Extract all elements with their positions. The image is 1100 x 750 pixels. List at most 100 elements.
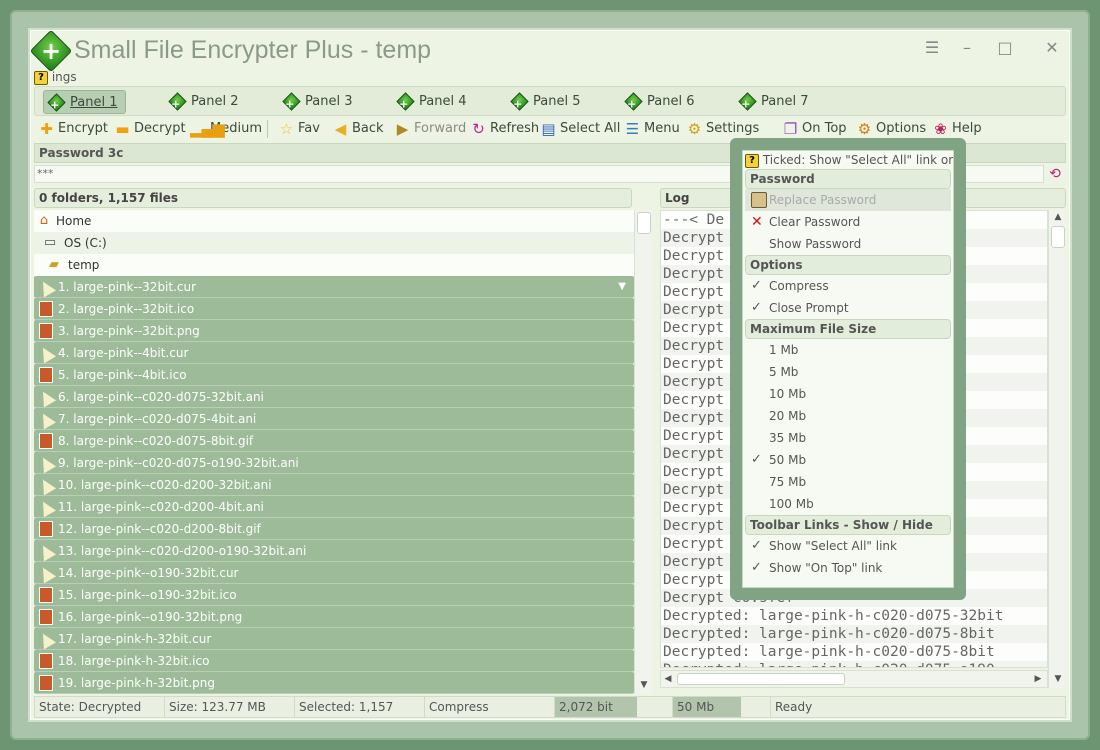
strength-button[interactable]: ▂▄▆ Medium xyxy=(190,119,262,139)
on-top-button[interactable]: ❐ On Top xyxy=(782,119,847,139)
tab-panel-7[interactable]: Panel 7 xyxy=(735,90,816,114)
file-row[interactable]: 8. large-pink--c020-d075-8bit.gif xyxy=(34,430,634,452)
tab-panel-3[interactable]: Panel 3 xyxy=(279,90,360,114)
menu-item-close-prompt[interactable]: ✓ Close Prompt xyxy=(743,297,953,319)
minimize-button[interactable]: – xyxy=(955,38,979,58)
file-name: 12. large-pink--c020-d200-8bit.gif xyxy=(58,522,261,536)
file-row[interactable]: 19. large-pink-h-32bit.png xyxy=(34,672,634,694)
menu-item-clear-password[interactable]: ✕ Clear Password xyxy=(743,211,953,233)
location-folder[interactable]: ▰ temp xyxy=(34,254,634,276)
settings-label: Settings xyxy=(706,121,760,136)
menu-item-size[interactable]: 5 Mb xyxy=(743,361,953,383)
menu-item-show-select-all[interactable]: ✓ Show "Select All" link xyxy=(743,535,953,557)
tab-panel-6[interactable]: Panel 6 xyxy=(621,90,702,114)
forward-button[interactable]: ▶ Forward xyxy=(394,119,467,139)
file-row[interactable]: 17. large-pink-h-32bit.cur xyxy=(34,628,634,650)
menu-item-size[interactable]: 75 Mb xyxy=(743,471,953,493)
file-row[interactable]: 18. large-pink-h-32bit.ico xyxy=(34,650,634,672)
scroll-thumb[interactable] xyxy=(637,212,651,234)
menu-section-password: Password xyxy=(745,169,951,189)
location-label: OS (C:) xyxy=(64,236,107,250)
file-list: ⌂ Home ▭ OS (C:) ▰ temp 1. large-pink--32bi… xyxy=(34,210,634,694)
file-row[interactable]: 5. large-pink--4bit.ico xyxy=(34,364,634,386)
file-row[interactable]: 13. large-pink--c020-d200-o190-32bit.ani xyxy=(34,540,634,562)
file-row[interactable]: 14. large-pink--o190-32bit.cur xyxy=(34,562,634,584)
cursor-file-icon xyxy=(35,342,57,364)
file-list-scrollbar[interactable]: ▼ xyxy=(634,210,652,694)
menu-item-size[interactable]: ✓ 50 Mb xyxy=(743,449,953,471)
menu-item-label: 10 Mb xyxy=(769,387,807,401)
cursor-file-icon xyxy=(35,628,57,650)
menu-item-show-on-top[interactable]: ✓ Show "On Top" link xyxy=(743,557,953,579)
scroll-thumb[interactable] xyxy=(1051,226,1065,248)
menu-item-size[interactable]: 35 Mb xyxy=(743,427,953,449)
close-button[interactable]: ✕ xyxy=(1040,38,1064,58)
menu-item-label: Compress xyxy=(769,279,829,293)
options-button[interactable]: ⚙ Options xyxy=(856,119,926,139)
scroll-left-icon[interactable]: ◀ xyxy=(661,672,675,686)
file-row[interactable]: 12. large-pink--c020-d200-8bit.gif xyxy=(34,518,634,540)
scroll-right-icon[interactable]: ▶ xyxy=(1031,672,1045,686)
cursor-file-icon xyxy=(35,452,57,474)
scroll-down-icon[interactable]: ▼ xyxy=(1049,672,1067,686)
file-name: 16. large-pink--o190-32bit.png xyxy=(58,610,243,624)
popup-tip-text: Ticked: Show "Select All" link on xyxy=(762,153,953,167)
help-text: ings xyxy=(51,70,77,84)
file-name: 1. large-pink--32bit.cur xyxy=(58,280,197,294)
help-button[interactable]: ❀ Help xyxy=(932,119,981,139)
image-file-icon xyxy=(39,675,53,691)
back-button[interactable]: ◀ Back xyxy=(332,119,384,139)
image-file-icon xyxy=(39,587,53,603)
select-all-button[interactable]: ▤ Select All xyxy=(540,119,620,139)
file-row[interactable]: 3. large-pink--32bit.png xyxy=(34,320,634,342)
menu-item-size[interactable]: 10 Mb xyxy=(743,383,953,405)
file-row[interactable]: 15. large-pink--o190-32bit.ico xyxy=(34,584,634,606)
log-hscrollbar[interactable]: ◀ ▶ xyxy=(660,670,1048,688)
password-reveal-icon[interactable]: ⟲ xyxy=(1046,165,1064,183)
tab-panel-2[interactable]: Panel 2 xyxy=(165,90,246,114)
location-home[interactable]: ⌂ Home xyxy=(34,210,634,232)
menu-icon[interactable]: ☰ xyxy=(920,38,944,58)
tab-label: Panel 4 xyxy=(419,94,467,109)
tab-panel-5[interactable]: Panel 5 xyxy=(507,90,588,114)
file-row[interactable]: 10. large-pink--c020-d200-32bit.ani xyxy=(34,474,634,496)
tab-panel-1[interactable]: Panel 1 xyxy=(43,90,127,114)
tab-panel-4[interactable]: Panel 4 xyxy=(393,90,474,114)
decrypt-button[interactable]: ▬ Decrypt xyxy=(114,119,185,139)
menu-button[interactable]: ☰ Menu xyxy=(624,119,680,139)
menu-item-size[interactable]: 100 Mb xyxy=(743,493,953,515)
maximize-button[interactable]: □ xyxy=(993,38,1017,58)
menu-item-replace-password[interactable]: Replace Password xyxy=(745,189,951,211)
menu-item-size[interactable]: 1 Mb xyxy=(743,339,953,361)
file-row[interactable]: 4. large-pink--4bit.cur xyxy=(34,342,634,364)
fav-button[interactable]: ☆ Fav xyxy=(278,119,320,139)
encrypt-button[interactable]: ✚ Encrypt xyxy=(38,119,108,139)
menu-item-show-password[interactable]: Show Password xyxy=(743,233,953,255)
refresh-button[interactable]: ↻ Refresh xyxy=(470,119,539,139)
file-row[interactable]: 7. large-pink--c020-d075-4bit.ani xyxy=(34,408,634,430)
settings-button[interactable]: ⚙ Settings xyxy=(686,119,760,139)
scroll-down-icon[interactable]: ▼ xyxy=(635,678,653,692)
file-row[interactable]: 6. large-pink--c020-d075-32bit.ani xyxy=(34,386,634,408)
file-row[interactable]: 11. large-pink--c020-d200-4bit.ani xyxy=(34,496,634,518)
options-label: Options xyxy=(876,121,927,136)
scroll-thumb[interactable] xyxy=(677,673,845,685)
fav-label: Fav xyxy=(298,121,320,136)
file-row[interactable]: 16. large-pink--o190-32bit.png xyxy=(34,606,634,628)
help-question-icon[interactable]: ? xyxy=(34,70,48,85)
file-name: 19. large-pink-h-32bit.png xyxy=(58,676,215,690)
log-scrollbar[interactable]: ▲ ▼ xyxy=(1048,210,1066,688)
checkmark-icon: ✓ xyxy=(751,278,762,293)
file-row[interactable]: 9. large-pink--c020-d075-o190-32bit.ani xyxy=(34,452,634,474)
chevron-down-icon[interactable]: ▼ xyxy=(618,276,626,298)
menu-item-label: 75 Mb xyxy=(769,475,807,489)
scroll-up-icon[interactable]: ▲ xyxy=(1049,210,1067,224)
file-row[interactable]: 1. large-pink--32bit.cur ▼ xyxy=(34,276,634,298)
menu-item-size[interactable]: 20 Mb xyxy=(743,405,953,427)
status-size: Size: 123.77 MB xyxy=(165,697,295,717)
refresh-label: Refresh xyxy=(490,121,540,136)
help-icon: ❀ xyxy=(934,120,947,138)
file-row[interactable]: 2. large-pink--32bit.ico xyxy=(34,298,634,320)
menu-item-compress[interactable]: ✓ Compress xyxy=(743,275,953,297)
location-drive[interactable]: ▭ OS (C:) xyxy=(34,232,634,254)
